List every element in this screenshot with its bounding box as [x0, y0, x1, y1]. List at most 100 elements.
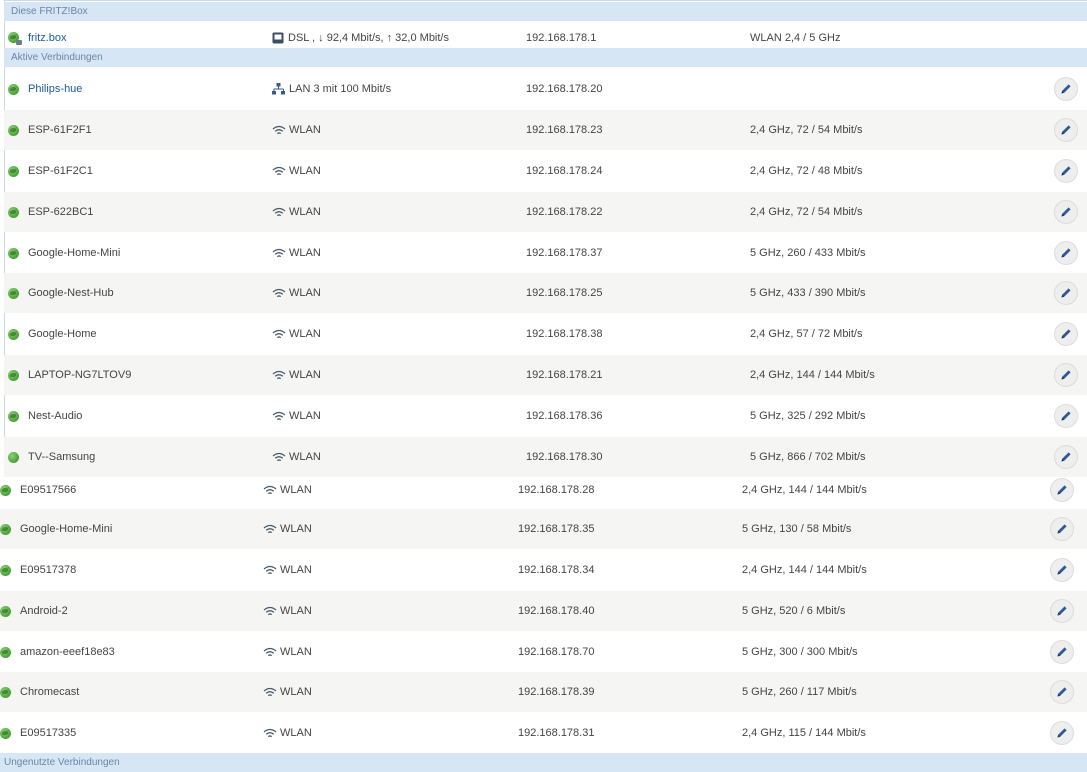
device-name-cell[interactable]: Google-Home-Mini — [8, 233, 120, 273]
device-connection: WLAN — [280, 646, 312, 658]
device-row[interactable]: LAPTOP-NG7LTOV9 WLAN 192.168.178.21 2,4 GHz… — [4, 355, 1087, 395]
device-name[interactable]: E09517335 — [20, 727, 76, 739]
device-name[interactable]: ESP-622BC1 — [28, 206, 93, 218]
device-name-cell[interactable]: ESP-61F2F1 — [8, 110, 92, 150]
edit-button[interactable] — [1054, 363, 1078, 387]
edit-button[interactable] — [1054, 159, 1078, 183]
device-name-cell[interactable]: Android-2 — [0, 591, 68, 631]
device-name-cell[interactable]: Philips-hue — [8, 69, 82, 109]
edit-button[interactable] — [1054, 118, 1078, 142]
device-name[interactable]: Google-Home-Mini — [28, 247, 120, 259]
pencil-icon — [1057, 565, 1067, 575]
device-name[interactable]: TV--Samsung — [28, 451, 95, 463]
device-name[interactable]: E09517566 — [20, 484, 76, 496]
globe-icon — [0, 523, 11, 535]
device-name[interactable]: ESP-61F2C1 — [28, 165, 93, 177]
device-name-cell[interactable]: ESP-622BC1 — [8, 192, 93, 232]
device-name[interactable]: E09517378 — [20, 564, 76, 576]
device-name-cell[interactable]: E09517566 — [0, 470, 76, 510]
pencil-icon — [1057, 687, 1067, 697]
device-name-cell[interactable]: E09517378 — [0, 550, 76, 590]
device-name[interactable]: Google-Nest-Hub — [28, 287, 114, 299]
fritzbox-name[interactable]: fritz.box — [28, 32, 67, 44]
top-divider — [4, 0, 1087, 1]
pencil-icon — [1057, 728, 1067, 738]
edit-button[interactable] — [1054, 77, 1078, 101]
device-row[interactable]: Google-Nest-Hub WLAN 192.168.178.25 5 GHz, … — [4, 273, 1087, 313]
pencil-icon — [1057, 647, 1067, 657]
device-row[interactable]: ESP-622BC1 WLAN 192.168.178.22 2,4 GHz, 72 … — [4, 192, 1087, 232]
device-row[interactable]: E09517378 WLAN 192.168.178.34 2,4 GHz, 144 … — [0, 550, 1087, 590]
device-connection-cell: WLAN — [272, 151, 321, 191]
device-row[interactable]: Philips-hue LAN 3 mit 100 Mbit/s 192.168.1… — [4, 69, 1087, 109]
fritzbox-connection: DSL , ↓ 92,4 Mbit/s, ↑ 32,0 Mbit/s — [288, 31, 449, 44]
device-ip: 192.168.178.25 — [526, 287, 603, 299]
device-name-cell[interactable]: Chromecast — [0, 672, 79, 712]
globe-icon — [8, 247, 19, 259]
device-name[interactable]: amazon-eeef18e83 — [20, 646, 115, 658]
network-icon — [272, 83, 285, 95]
device-ip: 192.168.178.23 — [526, 124, 603, 136]
device-connection-cell: WLAN — [263, 713, 312, 753]
fritzbox-name-cell[interactable]: fritz.box — [8, 27, 67, 48]
section-header-active: Aktive Verbindungen — [4, 48, 1087, 67]
device-connection-cell: WLAN — [272, 314, 321, 354]
pencil-icon — [1061, 370, 1071, 380]
device-row[interactable]: E09517566 WLAN 192.168.178.28 2,4 GHz, 144 … — [0, 470, 1087, 510]
device-row[interactable]: Google-Home WLAN 192.168.178.38 2,4 GHz, 57… — [4, 314, 1087, 354]
edit-button[interactable] — [1054, 281, 1078, 305]
edit-button[interactable] — [1050, 599, 1074, 623]
device-name-cell[interactable]: Google-Home — [8, 314, 96, 354]
device-connection-cell: WLAN — [272, 396, 321, 436]
device-name-cell[interactable]: Google-Nest-Hub — [8, 273, 114, 313]
device-name-cell[interactable]: E09517335 — [0, 713, 76, 753]
device-property: 5 GHz, 260 / 433 Mbit/s — [750, 247, 866, 259]
edit-button[interactable] — [1054, 200, 1078, 224]
device-name[interactable]: Android-2 — [20, 605, 68, 617]
device-row[interactable]: Nest-Audio WLAN 192.168.178.36 5 GHz, 325 /… — [4, 396, 1087, 436]
device-name-cell[interactable]: LAPTOP-NG7LTOV9 — [8, 355, 131, 395]
edit-button[interactable] — [1050, 517, 1074, 541]
device-row[interactable]: ESP-61F2F1 WLAN 192.168.178.23 2,4 GHz, 72 … — [4, 110, 1087, 150]
device-name-cell[interactable]: Nest-Audio — [8, 396, 82, 436]
device-name-cell[interactable]: amazon-eeef18e83 — [0, 632, 115, 672]
device-property: 2,4 GHz, 57 / 72 Mbit/s — [750, 328, 863, 340]
device-row[interactable]: Android-2 WLAN 192.168.178.40 5 GHz, 520 / … — [0, 591, 1087, 631]
edit-button[interactable] — [1050, 680, 1074, 704]
device-name[interactable]: Chromecast — [20, 686, 79, 698]
device-name[interactable]: ESP-61F2F1 — [28, 124, 92, 136]
device-property: 2,4 GHz, 72 / 54 Mbit/s — [750, 124, 863, 136]
wifi-icon — [263, 606, 277, 615]
edit-button[interactable] — [1054, 241, 1078, 265]
device-name-cell[interactable]: ESP-61F2C1 — [8, 151, 93, 191]
pencil-icon — [1061, 288, 1071, 298]
edit-button[interactable] — [1050, 640, 1074, 664]
device-row[interactable]: E09517335 WLAN 192.168.178.31 2,4 GHz, 115 … — [0, 713, 1087, 753]
edit-button[interactable] — [1050, 558, 1074, 582]
device-name[interactable]: Google-Home — [28, 328, 96, 340]
device-name[interactable]: LAPTOP-NG7LTOV9 — [28, 369, 131, 381]
device-name[interactable]: Philips-hue — [28, 83, 82, 95]
device-row[interactable]: Google-Home-Mini WLAN 192.168.178.37 5 GHz,… — [4, 233, 1087, 273]
device-property: 2,4 GHz, 144 / 144 Mbit/s — [742, 564, 867, 576]
pencil-icon — [1057, 606, 1067, 616]
wifi-icon — [263, 687, 277, 696]
edit-button[interactable] — [1050, 478, 1074, 502]
edit-button[interactable] — [1054, 322, 1078, 346]
device-row[interactable]: Chromecast WLAN 192.168.178.39 5 GHz, 260 /… — [0, 672, 1087, 712]
pencil-icon — [1057, 524, 1067, 534]
edit-button[interactable] — [1050, 721, 1074, 745]
device-row[interactable]: ESP-61F2C1 WLAN 192.168.178.24 2,4 GHz, 72 … — [4, 151, 1087, 191]
device-name[interactable]: Google-Home-Mini — [20, 523, 112, 535]
device-row[interactable]: Google-Home-Mini WLAN 192.168.178.35 5 GHz,… — [0, 509, 1087, 549]
fritzbox-row[interactable]: fritz.box DSL , ↓ 92,4 Mbit/s, ↑ 32,0 Mb… — [4, 27, 1087, 48]
device-name[interactable]: Nest-Audio — [28, 410, 82, 422]
globe-icon — [0, 646, 11, 658]
edit-button[interactable] — [1054, 404, 1078, 428]
edit-button[interactable] — [1054, 445, 1078, 469]
device-connection: LAN 3 mit 100 Mbit/s — [289, 83, 392, 95]
device-name-cell[interactable]: Google-Home-Mini — [0, 509, 112, 549]
device-ip: 192.168.178.28 — [518, 484, 595, 496]
device-row[interactable]: amazon-eeef18e83 WLAN 192.168.178.70 5 GHz,… — [0, 632, 1087, 672]
globe-icon — [0, 727, 11, 739]
